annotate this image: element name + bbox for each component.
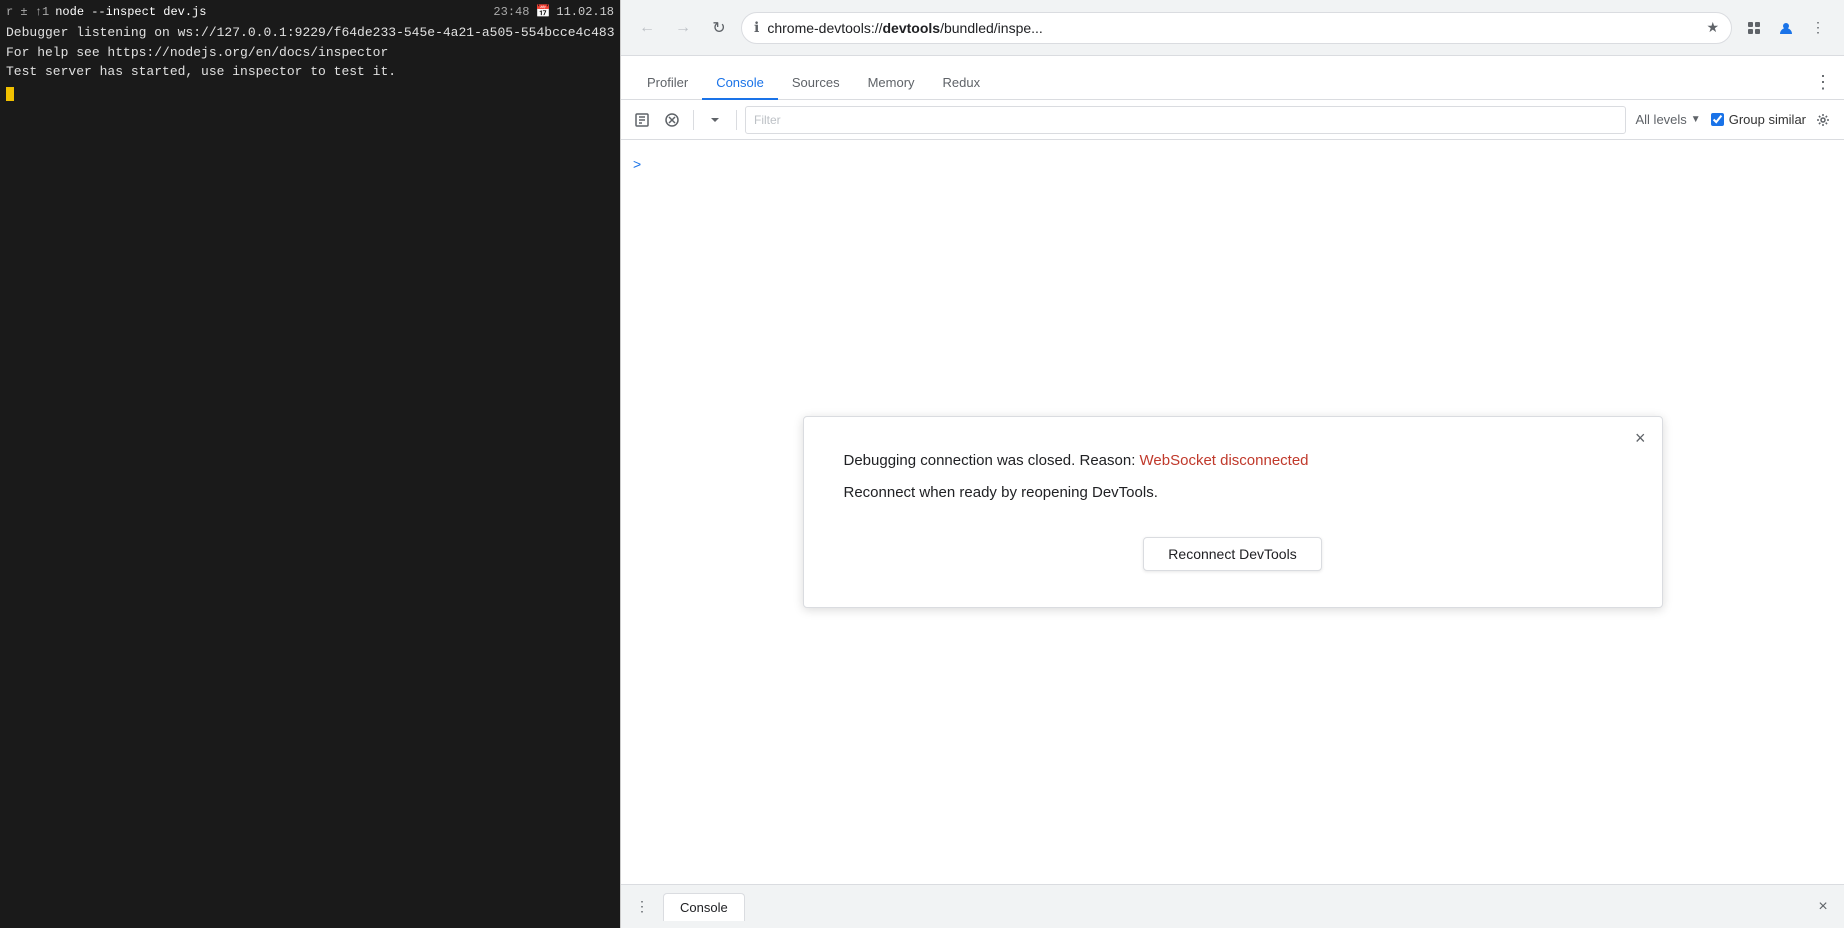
group-similar-text: Group similar <box>1729 112 1806 127</box>
filter-input[interactable] <box>745 106 1626 134</box>
bottom-console-tab[interactable]: Console <box>663 893 745 921</box>
terminal-command: node --inspect dev.js <box>55 5 206 19</box>
levels-select[interactable]: All levels ▼ <box>1630 112 1707 127</box>
info-icon: ℹ <box>754 19 759 36</box>
terminal-titlebar: r ± ↑1 node --inspect dev.js 23:48 📅 11.… <box>6 4 614 19</box>
dialog-close-button[interactable]: × <box>1635 429 1646 447</box>
terminal-panel: r ± ↑1 node --inspect dev.js 23:48 📅 11.… <box>0 0 620 928</box>
disconnect-dialog: × Debugging connection was closed. Reaso… <box>803 416 1663 608</box>
terminal-line-3: For help see https://nodejs.org/en/docs/… <box>6 43 614 63</box>
dialog-message: Debugging connection was closed. Reason:… <box>844 449 1622 473</box>
account-button[interactable] <box>1772 14 1800 42</box>
back-button[interactable]: ← <box>633 14 661 42</box>
url-bold-part: devtools <box>883 20 941 36</box>
tab-memory[interactable]: Memory <box>854 67 929 100</box>
devtools-tabs: Profiler Console Sources Memory Redux ⋮ <box>621 56 1844 100</box>
group-similar-checkbox[interactable] <box>1711 113 1724 126</box>
clear-button[interactable] <box>659 107 685 133</box>
url-prefix: chrome-devtools:// <box>767 20 882 36</box>
url-suffix: /bundled/inspe... <box>940 20 1043 36</box>
terminal-calendar-icon: 📅 <box>535 4 550 19</box>
url-text: chrome-devtools://devtools/bundled/inspe… <box>767 20 1698 36</box>
context-dropdown[interactable] <box>702 107 728 133</box>
menu-button[interactable]: ⋮ <box>1804 14 1832 42</box>
group-similar-label[interactable]: Group similar <box>1711 112 1806 127</box>
browser-chrome: ← → ↻ ℹ chrome-devtools://devtools/bundl… <box>621 0 1844 56</box>
levels-label: All levels <box>1636 112 1687 127</box>
browser-panel: ← → ↻ ℹ chrome-devtools://devtools/bundl… <box>620 0 1844 928</box>
reconnect-button[interactable]: Reconnect DevTools <box>1143 537 1321 571</box>
console-prompt[interactable]: > <box>633 156 641 172</box>
terminal-line-1: Debugger listening on ws://127.0.0.1:922… <box>6 23 614 43</box>
address-bar: ℹ chrome-devtools://devtools/bundled/ins… <box>741 12 1732 44</box>
dialog-submessage: Reconnect when ready by reopening DevToo… <box>844 481 1622 505</box>
bookmark-icon[interactable]: ★ <box>1706 19 1719 36</box>
websocket-disconnected-link[interactable]: WebSocket disconnected <box>1140 452 1309 469</box>
extensions-button[interactable] <box>1740 14 1768 42</box>
settings-button[interactable] <box>1810 107 1836 133</box>
dialog-container: × Debugging connection was closed. Reaso… <box>621 140 1844 884</box>
terminal-cursor <box>6 87 14 101</box>
tab-sources[interactable]: Sources <box>778 67 854 100</box>
devtools-toolbar: All levels ▼ Group similar <box>621 100 1844 140</box>
terminal-cursor-line <box>6 82 614 102</box>
browser-actions: ⋮ <box>1740 14 1832 42</box>
bottom-menu-button[interactable]: ⋮ <box>629 894 655 920</box>
toolbar-separator <box>693 110 694 130</box>
terminal-date: 11.02.18 <box>556 5 614 19</box>
tab-redux[interactable]: Redux <box>929 67 995 100</box>
terminal-prompt: r ± ↑1 <box>6 5 49 19</box>
dialog-actions: Reconnect DevTools <box>844 537 1622 571</box>
terminal-time: 23:48 <box>493 5 529 19</box>
devtools: Profiler Console Sources Memory Redux ⋮ <box>621 56 1844 928</box>
devtools-content: > × Debugging connection was closed. Rea… <box>621 140 1844 884</box>
forward-button[interactable]: → <box>669 14 697 42</box>
execute-button[interactable] <box>629 107 655 133</box>
tab-console[interactable]: Console <box>702 67 778 100</box>
terminal-body: Debugger listening on ws://127.0.0.1:922… <box>6 23 614 101</box>
reload-button[interactable]: ↻ <box>705 14 733 42</box>
devtools-bottom-bar: ⋮ Console × <box>621 884 1844 928</box>
tab-profiler[interactable]: Profiler <box>633 67 702 100</box>
dialog-reason-prefix: Debugging connection was closed. Reason: <box>844 452 1140 469</box>
chevron-down-icon: ▼ <box>1691 114 1701 125</box>
bottom-close-button[interactable]: × <box>1810 894 1836 920</box>
terminal-line-4: Test server has started, use inspector t… <box>6 62 614 82</box>
toolbar-separator-2 <box>736 110 737 130</box>
tabs-more-menu[interactable]: ⋮ <box>1814 72 1832 99</box>
